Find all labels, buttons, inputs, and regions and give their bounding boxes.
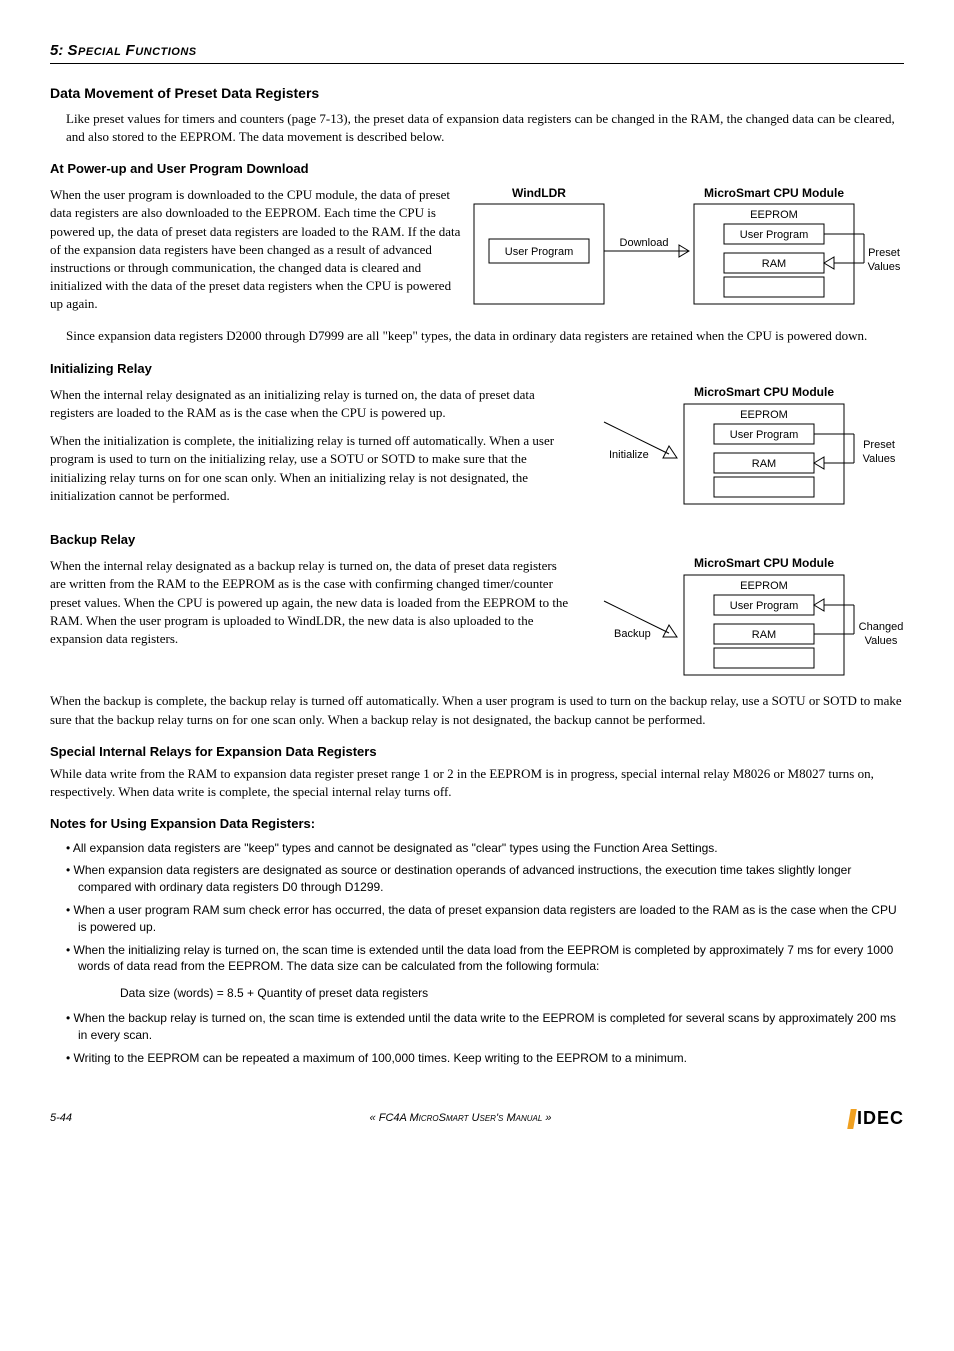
diagram-label: EEPROM (750, 209, 798, 221)
diagram-label: User Program (730, 600, 798, 612)
list-item: Writing to the EEPROM can be repeated a … (66, 1050, 904, 1067)
chapter-title-word: Special (68, 42, 122, 59)
subsection-heading: Notes for Using Expansion Data Registers… (50, 815, 904, 833)
formula-text: Data size (words) = 8.5 + Quantity of pr… (120, 985, 904, 1002)
body-text: When the internal relay designated as an… (50, 386, 574, 422)
notes-list: When the backup relay is turned on, the … (66, 1010, 904, 1066)
diagram-backup: MicroSmart CPU Module Backup EEPROM User… (574, 553, 904, 688)
diagram-label: Preset (868, 247, 900, 259)
manual-title: « FC4A MicroSmart User's Manual » (370, 1111, 552, 1126)
body-text: When the internal relay designated as a … (50, 557, 574, 648)
body-text: When the initialization is complete, the… (50, 432, 574, 505)
diagram-label: MicroSmart CPU Module (704, 186, 844, 200)
diagram-label: EEPROM (740, 409, 788, 421)
subsection-heading: Initializing Relay (50, 360, 904, 378)
diagram-label: MicroSmart CPU Module (694, 385, 834, 399)
diagram-label: Preset (863, 439, 895, 451)
body-text: Since expansion data registers D2000 thr… (66, 327, 904, 345)
subsection-heading: At Power-up and User Program Download (50, 160, 904, 178)
logo-text: IDEC (857, 1106, 904, 1131)
body-text: While data write from the RAM to expansi… (50, 765, 904, 801)
diagram-label: User Program (505, 246, 573, 258)
diagram-label: Initialize (609, 449, 649, 461)
list-item: When a user program RAM sum check error … (66, 902, 904, 936)
brand-logo: IDEC (849, 1106, 904, 1131)
diagram-label: Download (620, 237, 669, 249)
diagram-label: User Program (740, 229, 808, 241)
diagram-label: Values (863, 453, 896, 465)
diagram-label: RAM (752, 458, 776, 470)
diagram-label: WindLDR (512, 186, 566, 200)
chapter-title-word: Functions (126, 42, 197, 59)
chapter-number: 5: (50, 42, 63, 59)
list-item: When expansion data registers are design… (66, 862, 904, 896)
diagram-label: EEPROM (740, 580, 788, 592)
diagram-label: RAM (762, 258, 786, 270)
page-number: 5-44 (50, 1111, 72, 1126)
subsection-heading: Backup Relay (50, 531, 904, 549)
section-heading: Data Movement of Preset Data Registers (50, 84, 904, 104)
intro-paragraph: Like preset values for timers and counte… (66, 110, 904, 146)
diagram-label: RAM (752, 629, 776, 641)
diagram-label: Values (868, 261, 901, 273)
list-item: All expansion data registers are "keep" … (66, 840, 904, 857)
diagram-label: User Program (730, 429, 798, 441)
subsection-heading: Special Internal Relays for Expansion Da… (50, 743, 904, 761)
diagram-power-up: WindLDR MicroSmart CPU Module User Progr… (464, 182, 904, 322)
list-item: When the backup relay is turned on, the … (66, 1010, 904, 1044)
diagram-label: Backup (614, 628, 651, 640)
diagram-label: MicroSmart CPU Module (694, 556, 834, 570)
page-footer: 5-44 « FC4A MicroSmart User's Manual » I… (50, 1106, 904, 1131)
diagram-label: Values (865, 635, 898, 647)
notes-list: All expansion data registers are "keep" … (66, 840, 904, 976)
diagram-label: Changed (859, 621, 904, 633)
chapter-header: 5: Special Functions (50, 40, 904, 64)
body-text: When the backup is complete, the backup … (50, 692, 904, 728)
body-text: When the user program is downloaded to t… (50, 186, 464, 313)
diagram-initialize: MicroSmart CPU Module Initialize EEPROM … (574, 382, 904, 517)
logo-bar-icon (847, 1109, 857, 1129)
list-item: When the initializing relay is turned on… (66, 942, 904, 976)
